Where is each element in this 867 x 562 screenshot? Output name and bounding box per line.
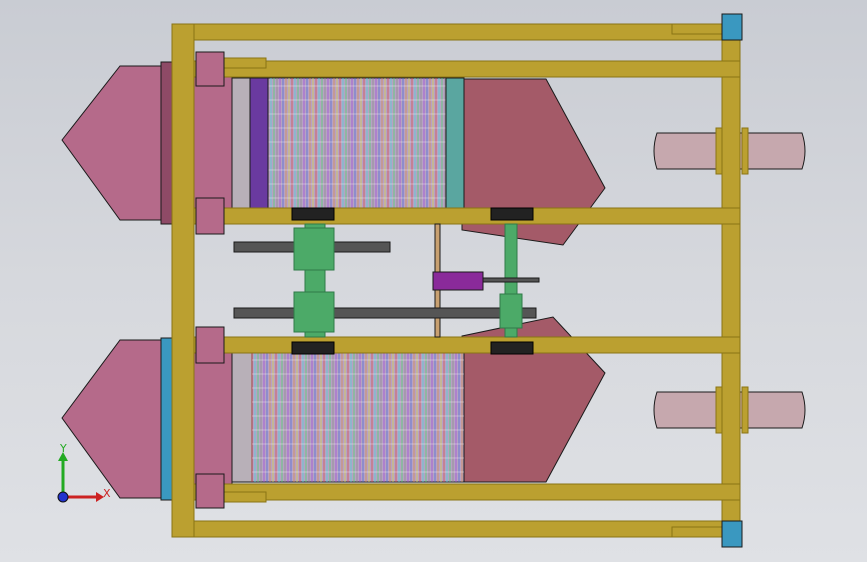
bottom-screen-drum [251,351,465,483]
tie-clip [715,386,723,434]
frame-bar [193,207,741,225]
triad-x-label: X [103,487,111,500]
frame-rail-top [171,23,725,41]
frame-arm [671,526,725,538]
bearing-mount [291,207,335,221]
pulley-left-lower [293,291,335,333]
motor-arm [482,277,540,283]
frame-post-right [721,23,741,538]
bottom-hopper-bracket [160,337,174,501]
corner-block [721,520,743,548]
bearing-block [195,197,225,235]
bearing-mount [490,341,534,355]
bottom-backing-plate [231,351,253,483]
bearing-mount [490,207,534,221]
frame-post-left [171,23,195,538]
motor-body [432,271,484,291]
drum-end-cap [445,77,465,209]
cad-viewport[interactable]: Y X [0,0,867,562]
bearing-block [195,326,225,364]
triad-y-label: Y [59,442,67,455]
frame-bar [193,60,741,78]
bearing-block [195,473,225,509]
machine-top-view: Y X [57,13,806,548]
top-hopper-mount [160,61,174,225]
bearing-block [195,51,225,87]
tie-clip [741,386,749,434]
top-screen-drum [249,77,465,209]
triad-origin [57,491,69,503]
frame-rail-bottom [171,520,725,538]
belt-lower [233,307,537,319]
corner-block [721,13,743,41]
top-backing-plate [231,77,253,209]
tie-clip [741,127,749,175]
bearing-mount [291,341,335,355]
pulley-left-upper [293,227,335,271]
top-hopper-left-point [61,65,233,221]
frame-bar [193,336,741,354]
tie-clip [715,127,723,175]
frame-arm [671,23,725,35]
frame-bar [193,483,741,501]
coupling-right [499,293,523,329]
drum-end-cap [249,77,269,209]
